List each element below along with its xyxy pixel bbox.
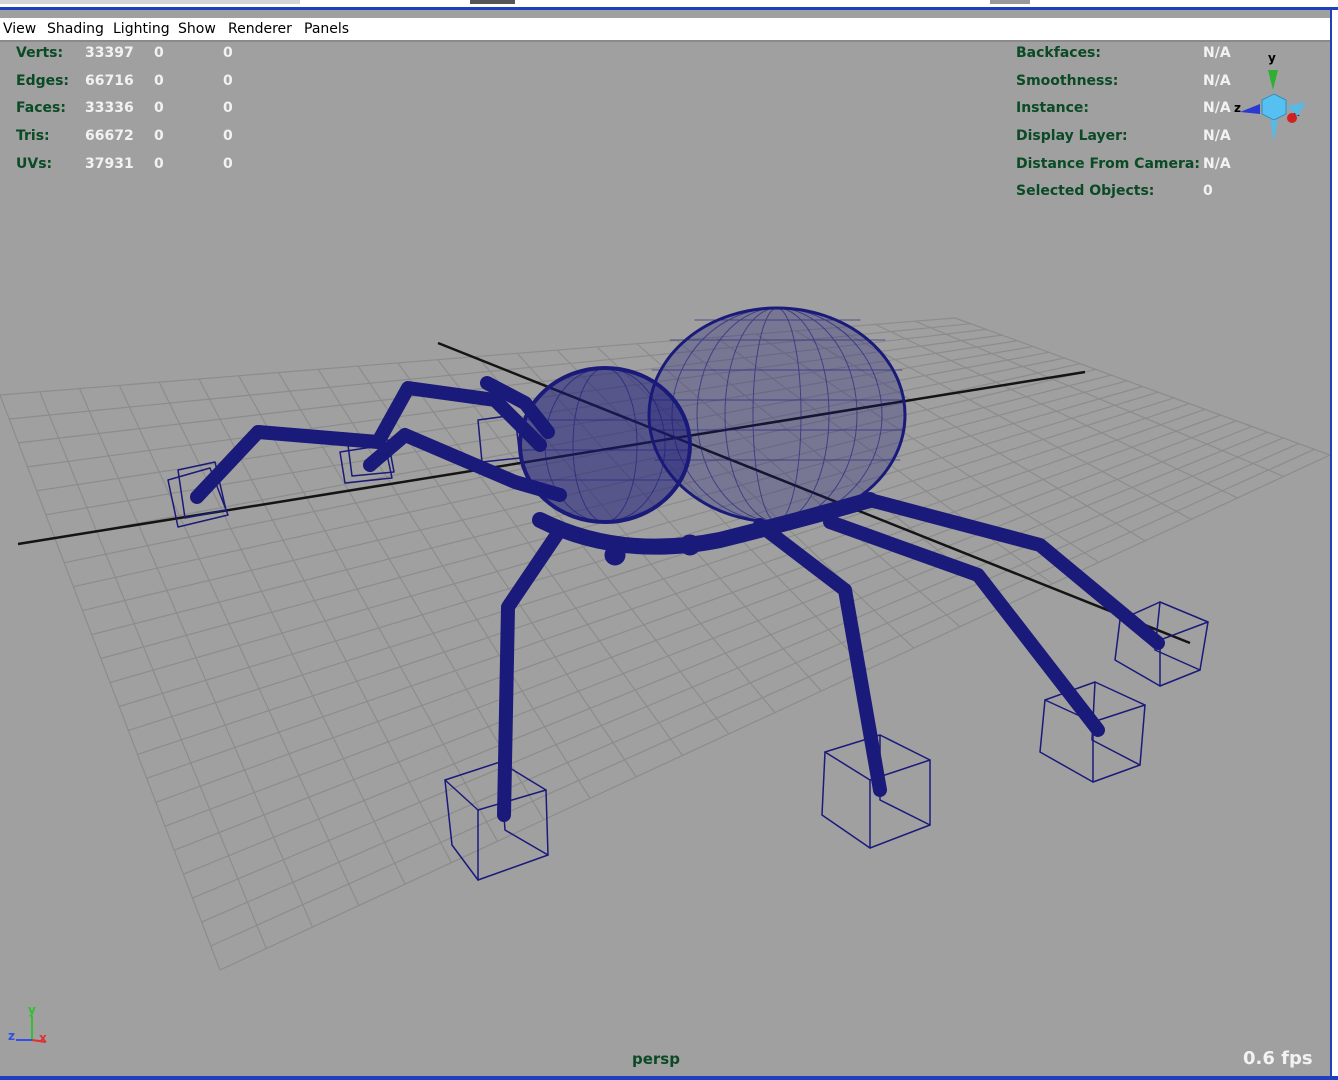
axis-z-label: z xyxy=(8,1029,15,1043)
axis-y-label: y xyxy=(28,1003,36,1017)
stat-value: 0 xyxy=(154,73,164,89)
stat-value: 0 xyxy=(223,156,233,172)
stat-value: N/A xyxy=(1203,73,1231,89)
stat-value: 33397 xyxy=(85,45,134,61)
menu-shading[interactable]: Shading xyxy=(47,21,104,37)
stat-label: Faces: xyxy=(16,100,66,116)
window-bottom-border xyxy=(0,1076,1338,1080)
view-cube-x-cone[interactable] xyxy=(1286,102,1306,116)
stat-value: 0 xyxy=(154,156,164,172)
stat-label: Edges: xyxy=(16,73,70,89)
stat-value: N/A xyxy=(1203,156,1231,172)
stat-value: 0 xyxy=(223,45,233,61)
stat-label: Selected Objects: xyxy=(1016,183,1155,199)
fps-counter: 0.6 fps xyxy=(1243,1048,1313,1069)
foot-box-front-left xyxy=(444,761,549,881)
stat-value: N/A xyxy=(1203,45,1231,61)
stat-value: N/A xyxy=(1203,100,1231,116)
stat-value: N/A xyxy=(1203,128,1231,144)
leg-front-left xyxy=(497,523,567,822)
spider-mesh xyxy=(167,306,1209,881)
stat-value: 0 xyxy=(1203,183,1213,199)
menu-show[interactable]: Show xyxy=(178,21,216,37)
window-top-strip xyxy=(0,0,1338,10)
stat-label: Tris: xyxy=(16,128,50,144)
stat-label: Backfaces: xyxy=(1016,45,1101,61)
leg-front-right xyxy=(753,518,887,797)
stat-value: 33336 xyxy=(85,100,134,116)
menu-lighting[interactable]: Lighting xyxy=(113,21,170,37)
shelf-thumbnail xyxy=(470,0,515,4)
view-cube-z-label: z xyxy=(1234,101,1241,115)
stat-value: 0 xyxy=(154,100,164,116)
stat-label: Verts: xyxy=(16,45,64,61)
stat-value: 0 xyxy=(154,128,164,144)
axis-triad-icon: y z x xyxy=(8,1003,47,1045)
shelf-strip xyxy=(0,0,300,4)
stat-value: 66672 xyxy=(85,128,134,144)
stat-label: UVs: xyxy=(16,156,53,172)
stat-label: Instance: xyxy=(1016,100,1090,116)
view-cube-y-cone[interactable] xyxy=(1268,70,1278,90)
foot-box-mid-right xyxy=(1039,681,1146,783)
view-cube-y-label: y xyxy=(1268,51,1276,65)
view-cube-z-cone[interactable] xyxy=(1240,104,1260,114)
stat-value: 0 xyxy=(223,128,233,144)
view-cube-x-dot xyxy=(1287,113,1297,123)
stat-value: 0 xyxy=(154,45,164,61)
window-right-border xyxy=(1330,10,1338,1080)
camera-name: persp xyxy=(632,1050,680,1068)
mandible-right xyxy=(679,534,701,556)
stat-value: 0 xyxy=(223,73,233,89)
mandible-left xyxy=(604,544,626,566)
view-cube-neg-y-cone[interactable] xyxy=(1270,120,1278,142)
stat-value: 0 xyxy=(223,100,233,116)
menu-view[interactable]: View xyxy=(3,21,36,37)
stat-value: 66716 xyxy=(85,73,134,89)
axis-x-label: x xyxy=(39,1031,47,1045)
view-cube-body[interactable] xyxy=(1261,93,1287,121)
stat-label: Smoothness: xyxy=(1016,73,1119,89)
menu-panels[interactable]: Panels xyxy=(304,21,349,37)
grid-line xyxy=(954,317,1330,456)
stat-value: 37931 xyxy=(85,156,134,172)
panel-menu-bar: View Shading Lighting Show Renderer Pane… xyxy=(0,18,1330,42)
stat-label: Display Layer: xyxy=(1016,128,1128,144)
view-cube-icon[interactable]: y z x xyxy=(1232,48,1312,148)
shelf-thumbnail xyxy=(990,0,1030,4)
stat-label: Distance From Camera: xyxy=(1016,156,1200,172)
menu-renderer[interactable]: Renderer xyxy=(228,21,292,37)
